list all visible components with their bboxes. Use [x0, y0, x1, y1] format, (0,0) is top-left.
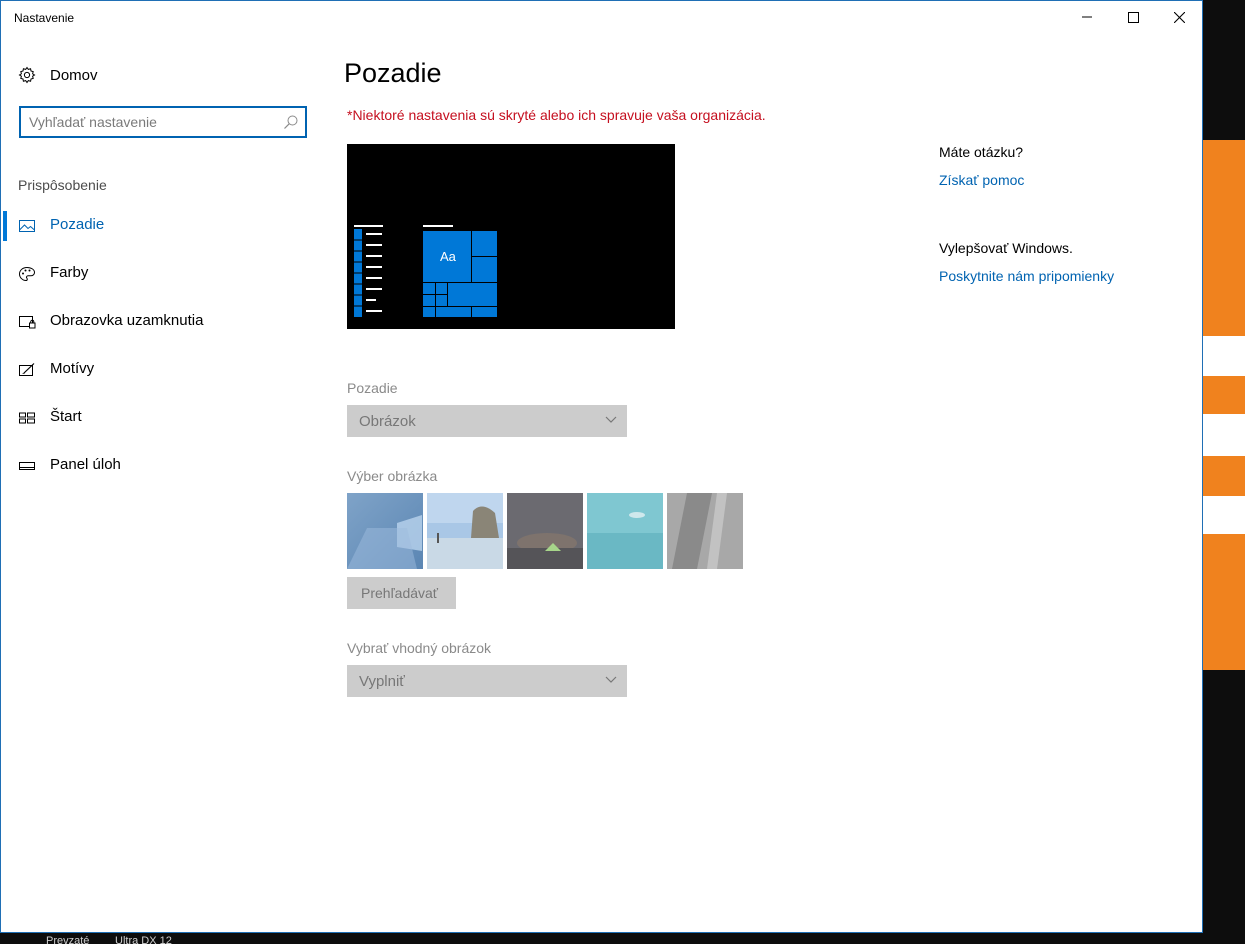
wallpaper-thumbnail[interactable] [507, 493, 583, 569]
search-icon [284, 115, 298, 129]
sidebar-item-start[interactable]: Štart [1, 398, 321, 438]
policy-warning: *Niektoré nastavenia sú skryté alebo ich… [347, 107, 766, 123]
search-box[interactable] [19, 106, 307, 138]
sidebar-section-heading: Prispôsobenie [18, 177, 107, 193]
gear-icon [18, 66, 36, 84]
start-menu-preview-graphic [354, 225, 497, 317]
close-button[interactable] [1156, 1, 1202, 33]
sidebar-item-label: Motívy [50, 360, 95, 377]
page-title: Pozadie [344, 58, 442, 88]
fit-dropdown[interactable]: Vyplniť [347, 665, 627, 697]
close-icon [1173, 11, 1185, 23]
sidebar-item-pozadie[interactable]: Pozadie [1, 206, 321, 246]
feedback-link[interactable]: Poskytnite nám pripomienky [939, 268, 1114, 284]
taskbar-item[interactable]: Ultra DX 12 [115, 935, 172, 944]
minimize-button[interactable] [1064, 1, 1110, 33]
wallpaper-thumbnail[interactable] [667, 493, 743, 569]
chevron-down-icon [605, 416, 617, 423]
desktop-wallpaper-segment [1203, 140, 1245, 336]
choose-picture-label: Výber obrázka [347, 468, 438, 484]
desktop-wallpaper-segment [1203, 456, 1245, 496]
window-title: Nastavenie [14, 11, 75, 25]
chevron-down-icon [605, 676, 617, 683]
desktop-wallpaper-segment [1203, 336, 1245, 376]
palette-icon [18, 266, 36, 282]
home-label: Domov [50, 66, 98, 84]
minimize-icon [1082, 16, 1092, 18]
title-bar[interactable]: Nastavenie [1, 1, 1202, 33]
question-heading: Máte otázku? [939, 144, 1024, 160]
themes-icon [19, 363, 35, 376]
home-nav-item[interactable]: Domov [18, 63, 98, 87]
night-sky-tent-image [507, 493, 583, 569]
background-type-dropdown[interactable]: Obrázok [347, 405, 627, 437]
active-indicator [3, 211, 7, 241]
browse-button-label: Prehľadávať [361, 585, 439, 601]
improve-windows-heading: Vylepšovať Windows. [939, 240, 1073, 256]
browse-button[interactable]: Prehľadávať [347, 577, 456, 609]
picture-icon [19, 220, 35, 232]
desktop-wallpaper-segment [1203, 534, 1245, 670]
get-help-link[interactable]: Získať pomoc [939, 172, 1024, 188]
tile-text: Aa [440, 249, 456, 264]
sidebar-item-motivy[interactable]: Motívy [1, 350, 321, 390]
windows-default-wallpaper-image [347, 493, 423, 569]
desktop-preview: Aa [347, 144, 675, 329]
sidebar-item-label: Panel úloh [50, 456, 121, 473]
lock-screen-icon [19, 316, 36, 329]
desktop-wallpaper-segment [1203, 496, 1245, 534]
wallpaper-thumbnail[interactable] [427, 493, 503, 569]
fit-value: Vyplniť [359, 673, 405, 690]
sidebar-item-panel-uloh[interactable]: Panel úloh [1, 446, 321, 486]
maximize-button[interactable] [1110, 1, 1156, 33]
taskbar-icon [19, 462, 35, 470]
sidebar-item-label: Štart [50, 408, 82, 425]
sidebar-item-label: Pozadie [50, 216, 105, 233]
maximize-icon [1127, 11, 1139, 23]
background-label: Pozadie [347, 380, 398, 396]
wallpaper-thumbnail[interactable] [587, 493, 663, 569]
beach-rock-arch-image [427, 493, 503, 569]
wallpaper-thumbnail[interactable] [347, 493, 423, 569]
sidebar-item-farby[interactable]: Farby [1, 254, 321, 294]
search-input[interactable] [29, 113, 269, 131]
start-icon [19, 412, 35, 424]
fit-label: Vybrať vhodný obrázok [347, 640, 492, 656]
background-type-value: Obrázok [359, 413, 416, 430]
sidebar-item-label: Farby [50, 264, 89, 281]
underwater-swimmer-image [587, 493, 663, 569]
sidebar-item-obrazovka-uzamknutia[interactable]: Obrazovka uzamknutia [1, 302, 321, 342]
sidebar-item-label: Obrazovka uzamknutia [50, 312, 204, 329]
rock-cliff-image [667, 493, 743, 569]
desktop-wallpaper-segment [1203, 414, 1245, 456]
desktop-wallpaper-segment [1203, 376, 1245, 414]
taskbar-item[interactable]: Prevzaté [46, 935, 89, 944]
settings-window: Nastavenie Domov Prispôsobenie P [0, 0, 1203, 933]
